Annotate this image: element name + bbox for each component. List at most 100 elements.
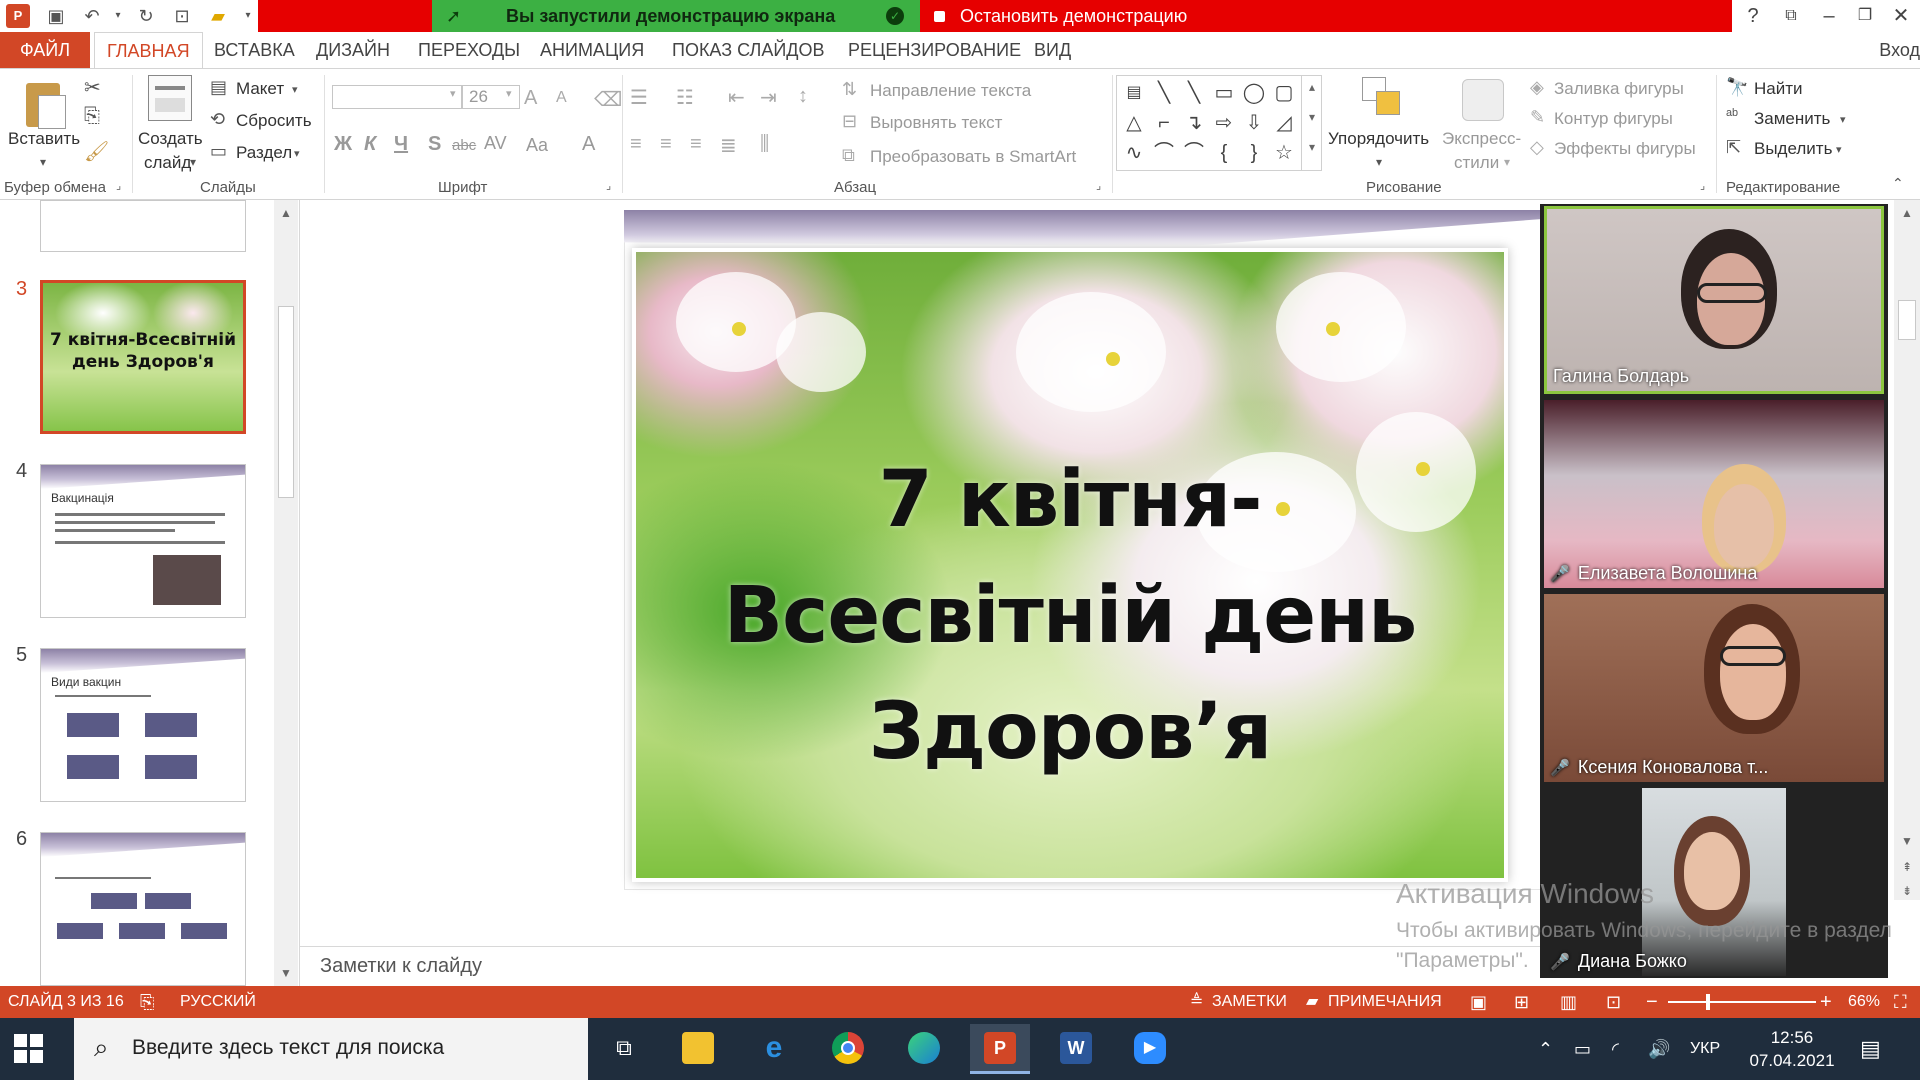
tab-slideshow[interactable]: ПОКАЗ СЛАЙДОВ	[672, 32, 824, 68]
redo-icon[interactable]: ↻	[134, 4, 158, 28]
zoom-level[interactable]: 66%	[1848, 986, 1880, 1018]
previous-slide-icon[interactable]: ⇞	[1897, 860, 1917, 874]
align-center-icon[interactable]: ≡	[660, 133, 672, 156]
slide-title[interactable]: 7 квітня- Всесвітній день Здоров’я	[636, 442, 1504, 790]
powerpoint-taskbar-button[interactable]: P	[970, 1024, 1030, 1074]
tab-file[interactable]: ФАЙЛ	[0, 32, 91, 68]
font-name-box[interactable]	[332, 85, 462, 109]
participant-tile[interactable]: Галина Болдарь	[1544, 206, 1884, 394]
show-hidden-icons[interactable]: ⌃	[1538, 1018, 1553, 1080]
font-name-dropdown-icon[interactable]: ▾	[450, 87, 456, 100]
find-button[interactable]: Найти	[1754, 79, 1803, 99]
reading-view-icon[interactable]: ▥	[1560, 986, 1577, 1018]
reset-button[interactable]: Сбросить	[236, 111, 312, 131]
shape-outline-icon[interactable]: ✎	[1530, 107, 1545, 128]
clipboard-launcher-icon[interactable]: ⌟	[116, 179, 121, 192]
select-dropdown-icon[interactable]: ▾	[1836, 143, 1842, 156]
volume-icon[interactable]: 🔊	[1648, 1018, 1670, 1080]
slideshow-view-icon[interactable]: ⊡	[1606, 986, 1621, 1018]
chrome-button[interactable]	[818, 1024, 878, 1074]
format-painter-icon[interactable]: 🖌	[84, 139, 109, 164]
normal-view-icon[interactable]: ▣	[1470, 986, 1487, 1018]
section-icon[interactable]: ▭	[210, 141, 227, 162]
shape-fill-button[interactable]: Заливка фигуры	[1554, 79, 1684, 99]
word-taskbar-button[interactable]: W	[1046, 1024, 1106, 1074]
shadow-button[interactable]: S	[428, 133, 441, 156]
down-arrow-shape-icon[interactable]: ⇩	[1241, 110, 1267, 136]
line-spacing-icon[interactable]: ↕	[798, 85, 808, 108]
sign-in-link[interactable]: Вход	[1879, 32, 1920, 68]
font-launcher-icon[interactable]: ⌟	[606, 179, 611, 192]
quick-styles-button[interactable]: Экспресс-	[1442, 129, 1521, 149]
spellcheck-icon[interactable]: ⎘	[140, 986, 154, 1018]
align-text-icon[interactable]: ⊟	[842, 111, 857, 132]
tab-transitions[interactable]: ПЕРЕХОДЫ	[418, 32, 520, 68]
cut-icon[interactable]: ✂	[84, 75, 101, 100]
fit-to-window-icon[interactable]: ⛶	[1894, 986, 1907, 1018]
paste-button[interactable]: Вставить	[8, 129, 80, 149]
tab-view[interactable]: ВИД	[1034, 32, 1071, 68]
slide-scrollbar[interactable]: ▲ ▼ ⇞ ⇟	[1894, 200, 1920, 900]
shape-fill-icon[interactable]: ◈	[1530, 77, 1544, 98]
strikethrough-button[interactable]: abc	[452, 137, 476, 154]
elbow-connector-icon[interactable]: ⌐	[1151, 110, 1177, 136]
align-left-icon[interactable]: ≡	[630, 133, 642, 156]
font-color-button[interactable]: A	[582, 133, 595, 156]
reset-icon[interactable]: ⟲	[210, 109, 225, 130]
convert-smartart-button[interactable]: Преобразовать в SmartArt	[870, 147, 1076, 167]
rounded-rect-shape-icon[interactable]: ▢	[1271, 80, 1297, 106]
scroll-down-icon[interactable]: ▼	[276, 966, 296, 980]
slide-thumbnail-6[interactable]	[40, 832, 246, 986]
left-brace-icon[interactable]: {	[1211, 140, 1237, 166]
notifications-icon[interactable]: ▤	[1860, 1018, 1881, 1080]
arc-shape-icon[interactable]: ⌒	[1151, 140, 1177, 166]
bullets-icon[interactable]: ☰	[630, 85, 648, 110]
text-direction-icon[interactable]: ⇅	[842, 79, 857, 100]
tab-insert[interactable]: ВСТАВКА	[214, 32, 295, 68]
layout-dropdown-icon[interactable]: ▾	[292, 83, 298, 96]
quick-styles-icon[interactable]	[1462, 79, 1504, 121]
right-arrow-shape-icon[interactable]: ⇨	[1211, 110, 1237, 136]
stop-share-button[interactable]: Остановить демонстрацию	[920, 0, 1198, 32]
battery-icon[interactable]: ▭	[1574, 1018, 1591, 1080]
rectangle-shape-icon[interactable]: ▭	[1211, 80, 1237, 106]
tab-design[interactable]: ДИЗАЙН	[316, 32, 390, 68]
layout-button[interactable]: Макет	[236, 79, 284, 99]
next-slide-icon[interactable]: ⇟	[1897, 884, 1917, 898]
new-slide-label[interactable]: слайд	[144, 153, 191, 173]
task-view-button[interactable]: ⧉	[594, 1024, 654, 1074]
align-text-button[interactable]: Выровнять текст	[870, 113, 1002, 133]
input-language[interactable]: УКР	[1690, 1018, 1720, 1080]
comments-button[interactable]: ПРИМЕЧАНИЯ	[1328, 986, 1442, 1018]
clear-formatting-icon[interactable]: ⌫	[594, 87, 622, 112]
new-slide-button[interactable]: Создать	[138, 129, 203, 149]
zoom-slider[interactable]	[1668, 1001, 1816, 1003]
underline-button[interactable]: Ч	[394, 133, 408, 156]
line-shape-icon[interactable]: ╲	[1151, 80, 1177, 106]
scroll-up-icon[interactable]: ▲	[1897, 206, 1917, 220]
slide-thumbnail-4[interactable]: Вакцинація	[40, 464, 246, 618]
numbering-icon[interactable]: ☷	[676, 85, 694, 110]
presentation-icon[interactable]: ⊡	[170, 4, 194, 28]
quick-styles-label[interactable]: стили	[1454, 153, 1499, 173]
paste-icon[interactable]	[22, 77, 66, 129]
comments-icon[interactable]: ▰	[1306, 986, 1318, 1018]
columns-icon[interactable]: ⫼	[760, 133, 769, 156]
justify-icon[interactable]: ≣	[720, 133, 737, 158]
thumbnails-scrollbar[interactable]: ▲ ▼	[274, 200, 298, 986]
freeform-shape-icon[interactable]: ◿	[1271, 110, 1297, 136]
arrange-dropdown-icon[interactable]: ▾	[1376, 155, 1382, 169]
elbow-arrow-icon[interactable]: ↴	[1181, 110, 1207, 136]
layout-icon[interactable]: ▤	[210, 77, 227, 98]
zoom-out-icon[interactable]: −	[1646, 986, 1658, 1018]
curve-shape-icon[interactable]: ∿	[1121, 140, 1147, 166]
zoom-taskbar-button[interactable]: ▶	[1120, 1024, 1180, 1074]
zoom-slider-handle[interactable]	[1706, 994, 1710, 1010]
shapes-gallery[interactable]: ▤ ╲ ╲ ▭ ◯ ▢ △ ⌐ ↴ ⇨ ⇩ ◿ ∿ ⌒ ⌒ { } ☆ ▴ ▾ …	[1116, 75, 1322, 171]
decrease-font-icon[interactable]: A	[556, 89, 567, 107]
bold-button[interactable]: Ж	[334, 133, 352, 156]
replace-dropdown-icon[interactable]: ▾	[1840, 113, 1846, 126]
paragraph-launcher-icon[interactable]: ⌟	[1096, 179, 1101, 192]
undo-dropdown-icon[interactable]: ▾	[106, 4, 130, 28]
language-indicator[interactable]: РУССКИЙ	[180, 986, 256, 1018]
